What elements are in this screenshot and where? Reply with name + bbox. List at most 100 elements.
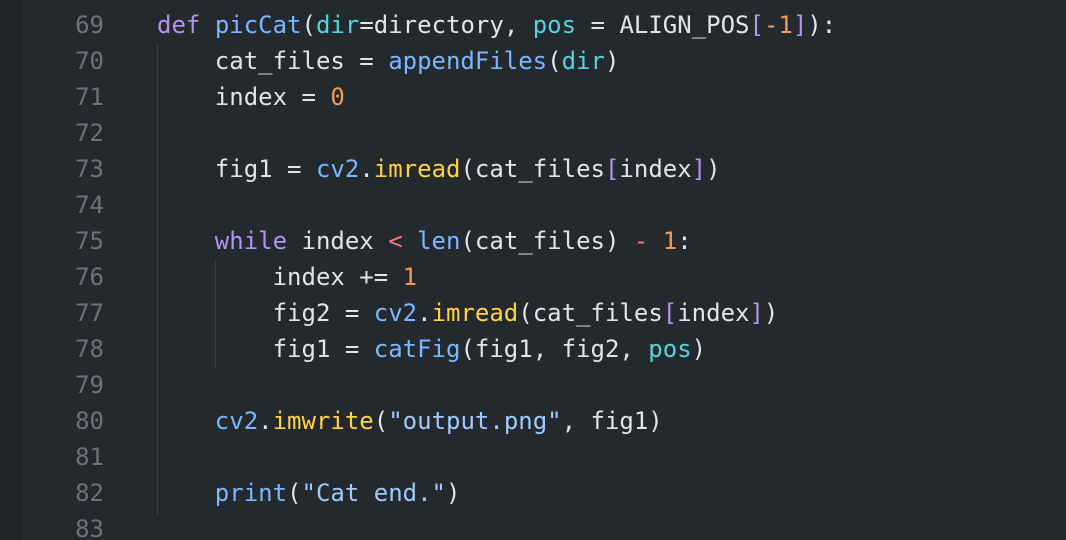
code-token: cv2 (315, 155, 360, 183)
code-text[interactable]: fig1 = cv2.imread(cat_files[index]) (157, 151, 721, 187)
line-number: 69 (75, 11, 104, 39)
code-token: index (677, 299, 750, 327)
line-number: 72 (75, 119, 104, 147)
code-token: index = (214, 83, 331, 111)
code-token: . (417, 299, 432, 327)
code-token: 1 (402, 263, 418, 291)
code-token: index (619, 155, 692, 183)
code-text[interactable]: def picCat(dir=directory, pos = ALIGN_PO… (157, 7, 836, 43)
code-text[interactable]: index += 1 (157, 259, 418, 295)
line-number: 70 (75, 47, 104, 75)
code-line[interactable]: 75 while index < len(cat_files) - 1: (0, 223, 1066, 259)
code-token: : (677, 227, 692, 255)
code-token: < (388, 227, 403, 255)
line-number: 71 (75, 83, 104, 111)
code-token: dir (315, 11, 360, 39)
code-line[interactable]: 76 index += 1 (0, 259, 1066, 295)
code-line[interactable]: 83 (0, 511, 1066, 540)
code-token: ) (763, 299, 779, 327)
code-token: ) (691, 335, 707, 363)
line-number: 79 (75, 371, 104, 399)
code-token: picCat (214, 11, 302, 39)
code-text[interactable]: while index < len(cat_files) - 1: (157, 223, 692, 259)
code-line[interactable]: 72 (0, 115, 1066, 151)
code-token: ( (287, 479, 302, 507)
code-text[interactable]: cv2.imwrite("output.png", fig1) (157, 403, 663, 439)
code-token: catFig (373, 335, 461, 363)
code-token: cat_files = (214, 47, 389, 75)
code-text[interactable]: index = 0 (157, 79, 345, 115)
code-token: (cat_files) (460, 227, 634, 255)
code-token: fig2 = (272, 299, 374, 327)
code-token: 0 (330, 83, 345, 111)
code-token: def (157, 11, 201, 39)
code-token: ( (460, 155, 475, 183)
code-line[interactable]: 78 fig1 = catFig(fig1, fig2, pos) (0, 331, 1066, 367)
code-token: (fig1, fig2, (460, 335, 649, 363)
code-token: dir (561, 47, 605, 75)
code-token: ( (373, 407, 389, 435)
line-number: 81 (75, 443, 104, 471)
code-token: , fig1) (561, 407, 663, 435)
code-token: "output.png" (388, 407, 562, 435)
code-editor[interactable]: 69 def picCat(dir=directory, pos = ALIGN_… (0, 0, 1066, 540)
code-token: ] (792, 11, 808, 39)
code-token: cat_files (532, 299, 663, 327)
code-text[interactable]: fig1 = catFig(fig1, fig2, pos) (157, 331, 707, 367)
code-line[interactable]: 73 fig1 = cv2.imread(cat_files[index]) (0, 151, 1066, 187)
code-line[interactable]: 74 (0, 187, 1066, 223)
code-area[interactable]: 69 def picCat(dir=directory, pos = ALIGN_… (0, 7, 1066, 540)
code-token: ) (446, 479, 461, 507)
code-token: cat_files (474, 155, 605, 183)
code-line[interactable]: 70 cat_files = appendFiles(dir) (0, 43, 1066, 79)
code-token: 1 (662, 227, 678, 255)
code-token: index (287, 227, 389, 255)
code-token: ) (604, 47, 620, 75)
code-line[interactable]: 79 (0, 367, 1066, 403)
code-line[interactable]: 77 fig2 = cv2.imread(cat_files[index]) (0, 295, 1066, 331)
code-token: -1 (763, 11, 793, 39)
code-token: pos (648, 335, 692, 363)
code-line[interactable]: 69 def picCat(dir=directory, pos = ALIGN_… (0, 7, 1066, 43)
code-token: . (359, 155, 374, 183)
code-text[interactable]: fig2 = cv2.imread(cat_files[index]) (157, 295, 779, 331)
code-text[interactable]: cat_files = appendFiles(dir) (157, 43, 620, 79)
code-token: - (633, 227, 649, 255)
code-token: ) (706, 155, 721, 183)
code-token: directory, (373, 11, 533, 39)
code-token: appendFiles (388, 47, 548, 75)
code-line[interactable]: 82 print("Cat end.") (0, 475, 1066, 511)
code-line[interactable]: 80 cv2.imwrite("output.png", fig1) (0, 403, 1066, 439)
line-number: 74 (75, 191, 104, 219)
code-token: = (359, 11, 374, 39)
code-token: imwrite (272, 407, 374, 435)
code-token: cv2 (214, 407, 259, 435)
line-number: 80 (75, 407, 104, 435)
code-token: len (417, 227, 461, 255)
code-token: ] (749, 299, 764, 327)
code-token: ( (301, 11, 316, 39)
code-token: [ (604, 155, 620, 183)
code-token: ( (547, 47, 562, 75)
code-token: ( (518, 299, 533, 327)
line-number: 82 (75, 479, 104, 507)
code-text[interactable]: print("Cat end.") (157, 475, 461, 511)
line-number: 76 (75, 263, 104, 291)
line-number: 77 (75, 299, 104, 327)
line-number: 83 (75, 515, 104, 540)
code-token: imread (431, 299, 519, 327)
code-token: while (214, 227, 288, 255)
code-line[interactable]: 81 (0, 439, 1066, 475)
code-line[interactable]: 71 index = 0 (0, 79, 1066, 115)
line-number: 75 (75, 227, 104, 255)
code-token: ] (691, 155, 707, 183)
code-token: cv2 (373, 299, 418, 327)
